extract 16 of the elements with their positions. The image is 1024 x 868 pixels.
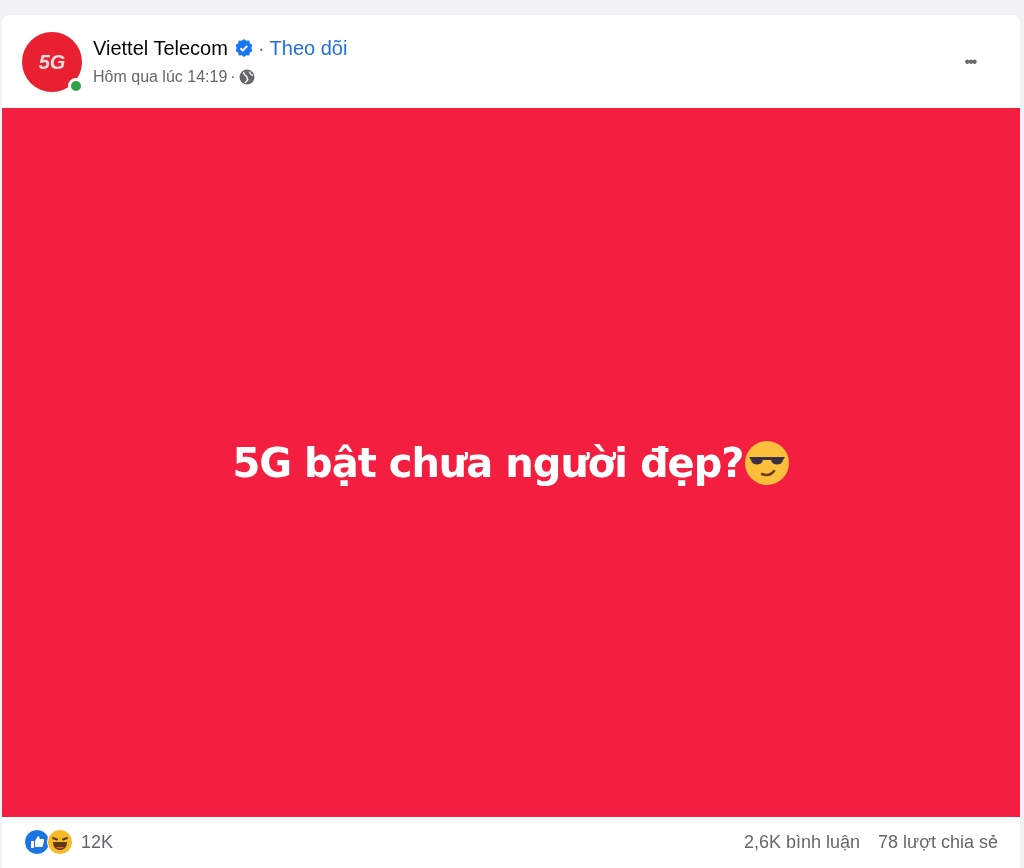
follow-link[interactable]: Theo dõi: [269, 34, 348, 61]
laughing-reaction-icon[interactable]: [47, 829, 73, 855]
globe-icon[interactable]: [238, 68, 255, 85]
page-name-link[interactable]: Viettel Telecom: [93, 34, 228, 61]
shares-count-link[interactable]: 78 lượt chia sẻ: [878, 828, 998, 856]
sunglasses-face-icon: [743, 439, 790, 486]
separator-dot: ·: [257, 35, 265, 61]
post-text: 5G bật chưa người đẹp?: [232, 438, 744, 488]
like-reaction-icon[interactable]: [24, 829, 50, 855]
avatar[interactable]: 5G: [22, 31, 82, 92]
more-options-button[interactable]: •••: [950, 41, 990, 82]
comments-count-link[interactable]: 2,6K bình luận: [743, 828, 861, 856]
post-time-link[interactable]: Hôm qua lúc 14:19: [93, 64, 228, 89]
reaction-count[interactable]: 12K: [81, 828, 114, 856]
avatar-logo-text: 5G: [38, 49, 66, 75]
separator-dot: ·: [230, 66, 236, 87]
